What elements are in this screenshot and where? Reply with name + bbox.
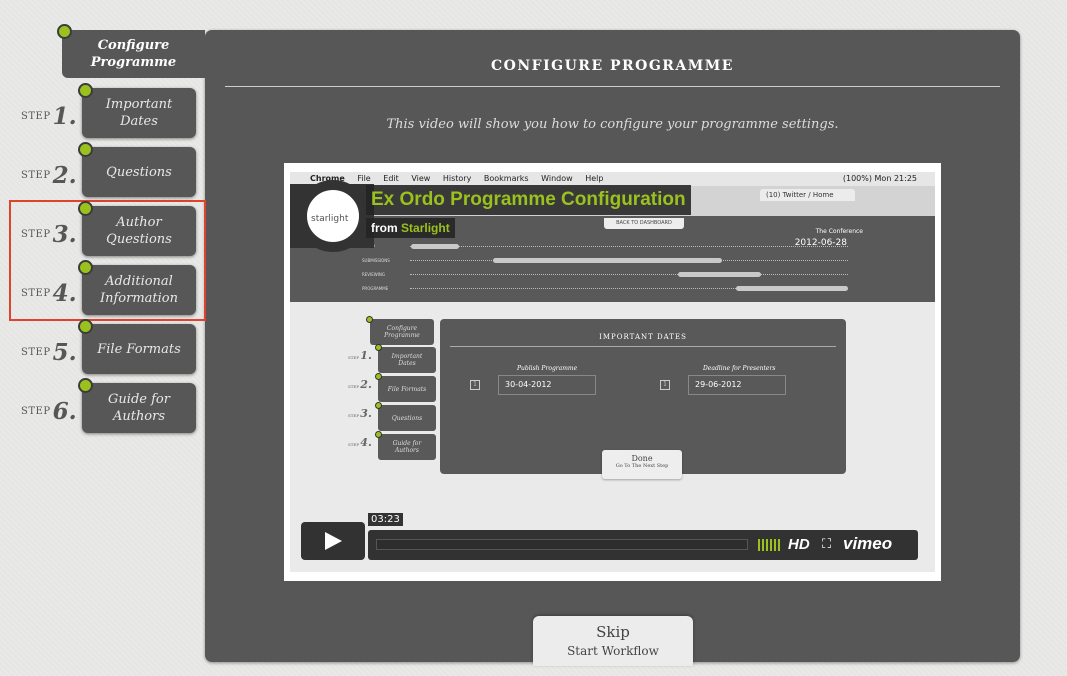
video-screen[interactable]: Chrome File Edit View History Bookmarks … (290, 172, 935, 572)
step-2-label: STEP2. (21, 162, 77, 189)
progress-row: SETUP (362, 244, 848, 250)
title-divider (225, 86, 1000, 87)
video-progress-bar[interactable] (376, 539, 748, 550)
progress-row: PROGRAMME (362, 286, 848, 292)
progress-row: REVIEWING (362, 272, 848, 278)
status-dot-icon (78, 83, 93, 98)
video-byline[interactable]: from Starlight (366, 218, 455, 238)
vimeo-logo[interactable]: vimeo (843, 534, 892, 554)
sidebar-item-additional-information[interactable]: Additional Information (82, 265, 196, 315)
skip-label: Skip (596, 623, 630, 641)
sidebar-item-label: Author Questions (106, 215, 172, 247)
status-dot-icon (57, 24, 72, 39)
video-title[interactable]: Ex Ordo Programme Configuration (366, 185, 691, 215)
sidebar-item-label: Additional Information (99, 274, 179, 306)
page-title: CONFIGURE PROGRAMME (491, 58, 734, 74)
status-dot-icon (78, 319, 93, 334)
step-5-label: STEP5. (21, 339, 77, 366)
video-timecode: 03:23 (368, 513, 403, 526)
status-dot-icon (78, 260, 93, 275)
hd-toggle[interactable]: HD (788, 536, 810, 553)
volume-icon[interactable] (758, 539, 782, 551)
sidebar-item-label: File Formats (97, 341, 181, 357)
start-workflow-label: Start Workflow (567, 644, 659, 658)
status-dot-icon (78, 201, 93, 216)
configure-tab-label: Configure Programme (90, 38, 177, 70)
video-player[interactable]: Chrome File Edit View History Bookmarks … (284, 163, 941, 581)
play-button[interactable] (301, 522, 365, 560)
step-6-label: STEP6. (21, 398, 77, 425)
sidebar-item-author-questions[interactable]: Author Questions (82, 206, 196, 256)
step-3-label: STEP3. (21, 221, 77, 248)
status-dot-icon (78, 378, 93, 393)
tab-configure-programme[interactable]: Configure Programme (62, 30, 205, 78)
progress-row: SUBMISSIONS (362, 258, 848, 264)
skip-button[interactable]: Skip Start Workflow (533, 616, 693, 666)
video-controls: HD ⛶ vimeo (368, 530, 918, 560)
fullscreen-icon[interactable]: ⛶ (822, 537, 831, 552)
sidebar-item-file-formats[interactable]: File Formats (82, 324, 196, 374)
sidebar-item-questions[interactable]: Questions (82, 147, 196, 197)
page-description: This video will show you how to configur… (386, 117, 839, 132)
status-dot-icon (78, 142, 93, 157)
sidebar-item-label: Important Dates (105, 97, 173, 129)
starlight-logo-icon: starlight (297, 180, 369, 252)
sidebar-item-important-dates[interactable]: Important Dates (82, 88, 196, 138)
step-1-label: STEP1. (21, 103, 77, 130)
sidebar-item-guide-for-authors[interactable]: Guide for Authors (82, 383, 196, 433)
step-4-label: STEP4. (21, 280, 77, 307)
sidebar-item-label: Questions (106, 164, 172, 180)
video-mac-menubar: Chrome File Edit View History Bookmarks … (290, 172, 935, 186)
sidebar-item-label: Guide for Authors (108, 392, 170, 424)
